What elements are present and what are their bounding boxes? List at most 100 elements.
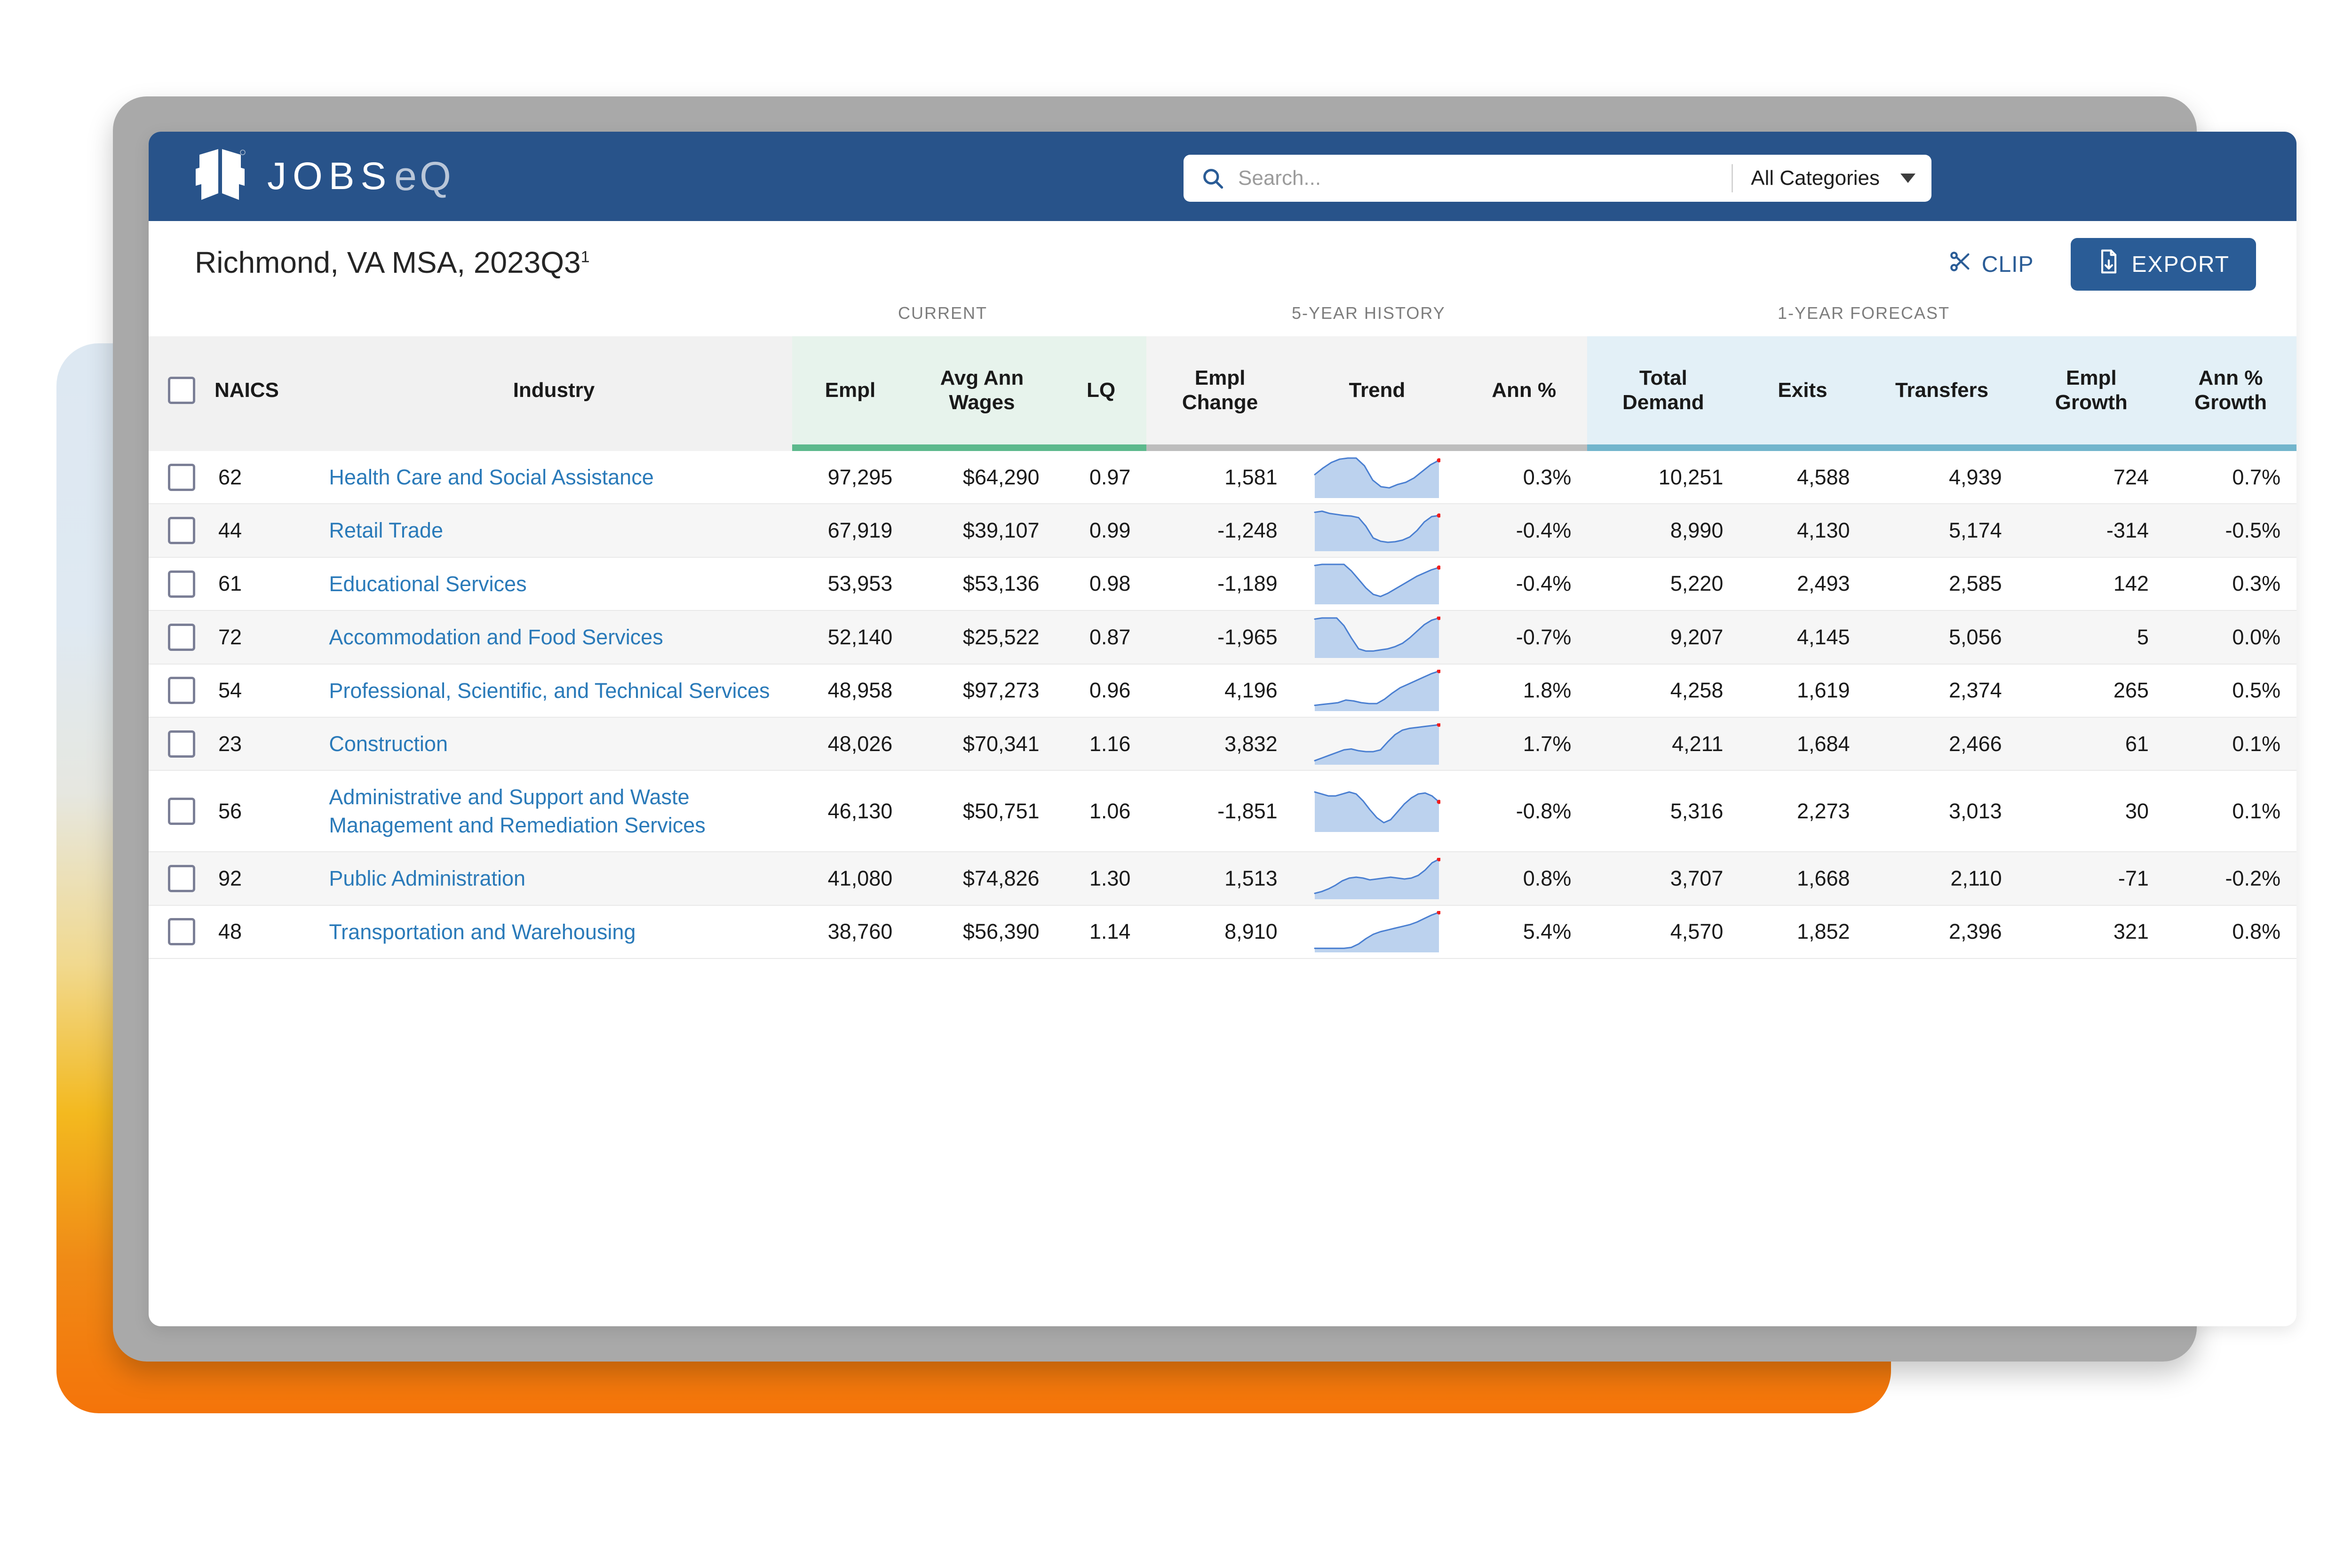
cell-total-demand: 9,207 [1587, 610, 1740, 665]
cell-ann-pct-growth: 0.1% [2164, 717, 2296, 771]
page-title: Richmond, VA MSA, 2023Q31 [195, 245, 589, 280]
cell-avg-ann-wages: $74,826 [908, 852, 1056, 906]
column-header-empl-change[interactable]: Empl Change [1146, 336, 1294, 451]
cell-industry: Health Care and Social Assistance [316, 448, 792, 505]
row-checkbox[interactable] [167, 517, 195, 545]
row-checkbox[interactable] [167, 918, 195, 946]
industry-link[interactable]: Educational Services [329, 570, 526, 598]
cell-ann-pct-growth: 0.8% [2164, 905, 2296, 959]
cell-empl: 46,130 [792, 770, 909, 853]
cell-ann-pct: -0.8% [1461, 770, 1588, 853]
row-select-cell [149, 448, 215, 505]
cell-trend [1293, 852, 1461, 906]
row-checkbox[interactable] [167, 463, 195, 491]
row-checkbox[interactable] [167, 730, 195, 758]
cell-empl-growth: 265 [2018, 664, 2165, 718]
row-select-cell [149, 905, 215, 959]
industry-link[interactable]: Health Care and Social Assistance [329, 463, 653, 491]
industry-link[interactable]: Administrative and Support and Waste Man… [329, 783, 779, 839]
row-select-cell [149, 610, 215, 665]
column-header-ann-pct[interactable]: Ann % [1461, 336, 1588, 451]
top-navigation-bar: JOBS eQ All Categories [149, 132, 2296, 221]
column-header-industry[interactable]: Industry [316, 336, 792, 451]
cell-avg-ann-wages: $64,290 [908, 448, 1056, 505]
group-label-history: 5-YEAR HISTORY [1292, 303, 1446, 323]
cell-lq: 1.16 [1055, 717, 1147, 771]
cell-industry: Retail Trade [316, 504, 792, 558]
cell-empl: 48,958 [792, 664, 909, 718]
cell-industry: Transportation and Warehousing [316, 905, 792, 959]
table-row[interactable]: 48 Transportation and Warehousing 38,760 $5… [149, 905, 2296, 959]
column-header-trend[interactable]: Trend [1293, 336, 1461, 451]
search-icon[interactable] [1200, 166, 1225, 190]
table-body: 62 Health Care and Social Assistance 97,29… [149, 448, 2296, 959]
row-checkbox[interactable] [167, 677, 195, 705]
cell-empl: 52,140 [792, 610, 909, 665]
cell-exits: 4,130 [1739, 504, 1866, 558]
row-checkbox[interactable] [167, 570, 195, 598]
cell-lq: 0.98 [1055, 557, 1147, 611]
cell-transfers: 2,396 [1866, 905, 2018, 959]
cell-empl-growth: -314 [2018, 504, 2165, 558]
cell-total-demand: 10,251 [1587, 448, 1740, 505]
cell-exits: 1,668 [1739, 852, 1866, 906]
industry-link[interactable]: Transportation and Warehousing [329, 918, 636, 946]
column-header-total-demand[interactable]: Total Demand [1587, 336, 1740, 451]
column-header-ann-pct-growth-line2: Growth [2194, 391, 2267, 414]
cell-exits: 1,852 [1739, 905, 1866, 959]
brand[interactable]: JOBS eQ [196, 146, 454, 206]
column-header-lq[interactable]: LQ [1055, 336, 1147, 451]
column-header-empl-growth[interactable]: Empl Growth [2018, 336, 2165, 451]
row-select-cell [149, 504, 215, 558]
select-all-checkbox[interactable] [167, 377, 195, 404]
table-row[interactable]: 92 Public Administration 41,080 $74,826 1.30… [149, 852, 2296, 906]
category-dropdown[interactable]: All Categories [1737, 166, 1931, 190]
cell-total-demand: 4,570 [1587, 905, 1740, 959]
table-row[interactable]: 54 Professional, Scientific, and Technica… [149, 664, 2296, 718]
cell-transfers: 2,585 [1866, 557, 2018, 611]
table-row[interactable]: 44 Retail Trade 67,919 $39,107 0.99 -1,248 -0… [149, 504, 2296, 558]
row-checkbox[interactable] [167, 864, 195, 892]
column-header-empl[interactable]: Empl [792, 336, 909, 451]
cell-avg-ann-wages: $56,390 [908, 905, 1056, 959]
cell-lq: 1.30 [1055, 852, 1147, 906]
trend-sparkline [1313, 857, 1441, 899]
cell-avg-ann-wages: $97,273 [908, 664, 1056, 718]
industry-link[interactable]: Accommodation and Food Services [329, 623, 663, 651]
search-input[interactable] [1237, 166, 1728, 190]
column-header-ann-pct-growth[interactable]: Ann % Growth [2164, 336, 2296, 451]
table-row[interactable]: 56 Administrative and Support and Waste M… [149, 770, 2296, 853]
export-button[interactable]: EXPORT [2070, 238, 2256, 291]
column-header-naics[interactable]: NAICS [214, 336, 316, 451]
row-checkbox[interactable] [167, 623, 195, 651]
industry-link[interactable]: Retail Trade [329, 516, 443, 544]
table-row[interactable]: 61 Educational Services 53,953 $53,136 0.98-… [149, 557, 2296, 611]
trend-sparkline [1313, 457, 1441, 498]
cell-lq: 0.87 [1055, 610, 1147, 665]
cell-empl-change: 8,910 [1146, 905, 1294, 959]
industry-link[interactable]: Public Administration [329, 864, 525, 892]
clip-button[interactable]: CLIP [1945, 249, 2037, 280]
trend-sparkline [1313, 791, 1441, 832]
row-checkbox[interactable] [167, 797, 195, 825]
page-title-footnote-marker: 1 [580, 248, 590, 266]
table-row[interactable]: 62 Health Care and Social Assistance 97,29… [149, 448, 2296, 505]
cell-transfers: 5,056 [1866, 610, 2018, 665]
column-header-avg-ann-wages[interactable]: Avg Ann Wages [908, 336, 1056, 451]
cell-empl: 97,295 [792, 448, 909, 505]
industry-link[interactable]: Professional, Scientific, and Technical … [329, 677, 770, 705]
industry-link[interactable]: Construction [329, 730, 448, 758]
cell-transfers: 2,374 [1866, 664, 2018, 718]
table-row[interactable]: 23 Construction 48,026 $70,341 1.16 3,832 1.7… [149, 717, 2296, 771]
cell-ann-pct-growth: 0.3% [2164, 557, 2296, 611]
column-header-exits[interactable]: Exits [1739, 336, 1866, 451]
column-header-total-demand-line2: Demand [1622, 391, 1704, 414]
row-select-cell [149, 664, 215, 718]
table-row[interactable]: 72 Accommodation and Food Services 52,140 $… [149, 610, 2296, 665]
file-download-icon [2097, 248, 2132, 280]
cell-ann-pct: 1.7% [1461, 717, 1588, 771]
cell-avg-ann-wages: $53,136 [908, 557, 1056, 611]
cell-naics: 56 [214, 770, 316, 853]
cell-exits: 2,493 [1739, 557, 1866, 611]
column-header-transfers[interactable]: Transfers [1866, 336, 2018, 451]
